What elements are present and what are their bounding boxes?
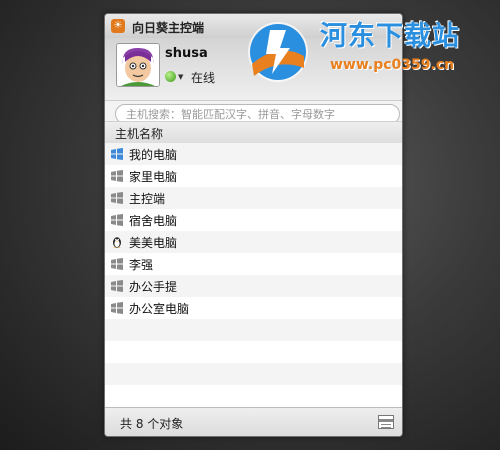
list-item[interactable]: 宿舍电脑 xyxy=(105,209,402,231)
windows-icon xyxy=(111,192,123,204)
list-item[interactable]: 家里电脑 xyxy=(105,165,402,187)
host-name: 家里电脑 xyxy=(129,170,178,184)
list-item[interactable]: 办公室电脑 xyxy=(105,297,402,319)
windows-icon xyxy=(111,258,123,270)
empty-row xyxy=(105,341,402,363)
windows-icon xyxy=(111,170,123,182)
status-footer: 共 8 个对象 xyxy=(105,407,402,436)
host-name: 美美电脑 xyxy=(129,236,178,250)
watermark-logo-icon xyxy=(248,22,308,82)
status-dropdown-arrow-icon[interactable]: ▼ xyxy=(178,73,183,81)
app-logo-icon: ☀ xyxy=(111,19,125,33)
username: shusa xyxy=(165,46,208,61)
list-item[interactable]: 主控端 xyxy=(105,187,402,209)
linux-penguin-icon xyxy=(113,237,121,248)
list-view-icon xyxy=(379,419,393,428)
host-name: 主控端 xyxy=(129,192,166,206)
status-text[interactable]: 在线 xyxy=(191,69,215,86)
avatar[interactable] xyxy=(116,43,160,87)
watermark-title: 河东下载站 xyxy=(320,21,460,52)
host-name: 办公手提 xyxy=(129,280,178,294)
host-name: 办公室电脑 xyxy=(129,302,190,316)
windows-icon xyxy=(111,214,123,226)
host-name: 李强 xyxy=(129,258,154,272)
host-name-column-header[interactable]: 主机名称 xyxy=(105,121,402,144)
empty-row xyxy=(105,319,402,341)
windows-icon xyxy=(111,148,123,160)
list-item[interactable]: 我的电脑 xyxy=(105,143,402,165)
online-status-icon[interactable] xyxy=(165,71,176,82)
column-header-label: 主机名称 xyxy=(115,127,164,141)
view-toggle-button[interactable] xyxy=(378,415,394,429)
windows-icon xyxy=(111,302,123,314)
object-count: 共 8 个对象 xyxy=(120,417,184,431)
list-item[interactable]: 美美电脑 xyxy=(105,231,402,253)
window-title: 向日葵主控端 xyxy=(132,21,205,35)
host-name: 我的电脑 xyxy=(129,148,178,162)
list-item[interactable]: 办公手提 xyxy=(105,275,402,297)
host-list: 我的电脑 家里电脑 主控端 宿舍电脑 美美电脑 李强 办公手提 办公室电脑 xyxy=(105,143,402,407)
windows-icon xyxy=(111,280,123,292)
host-name: 宿舍电脑 xyxy=(129,214,178,228)
list-item[interactable]: 李强 xyxy=(105,253,402,275)
watermark-url: www.pc0359.cn xyxy=(330,57,455,73)
empty-row xyxy=(105,363,402,385)
empty-row xyxy=(105,385,402,407)
